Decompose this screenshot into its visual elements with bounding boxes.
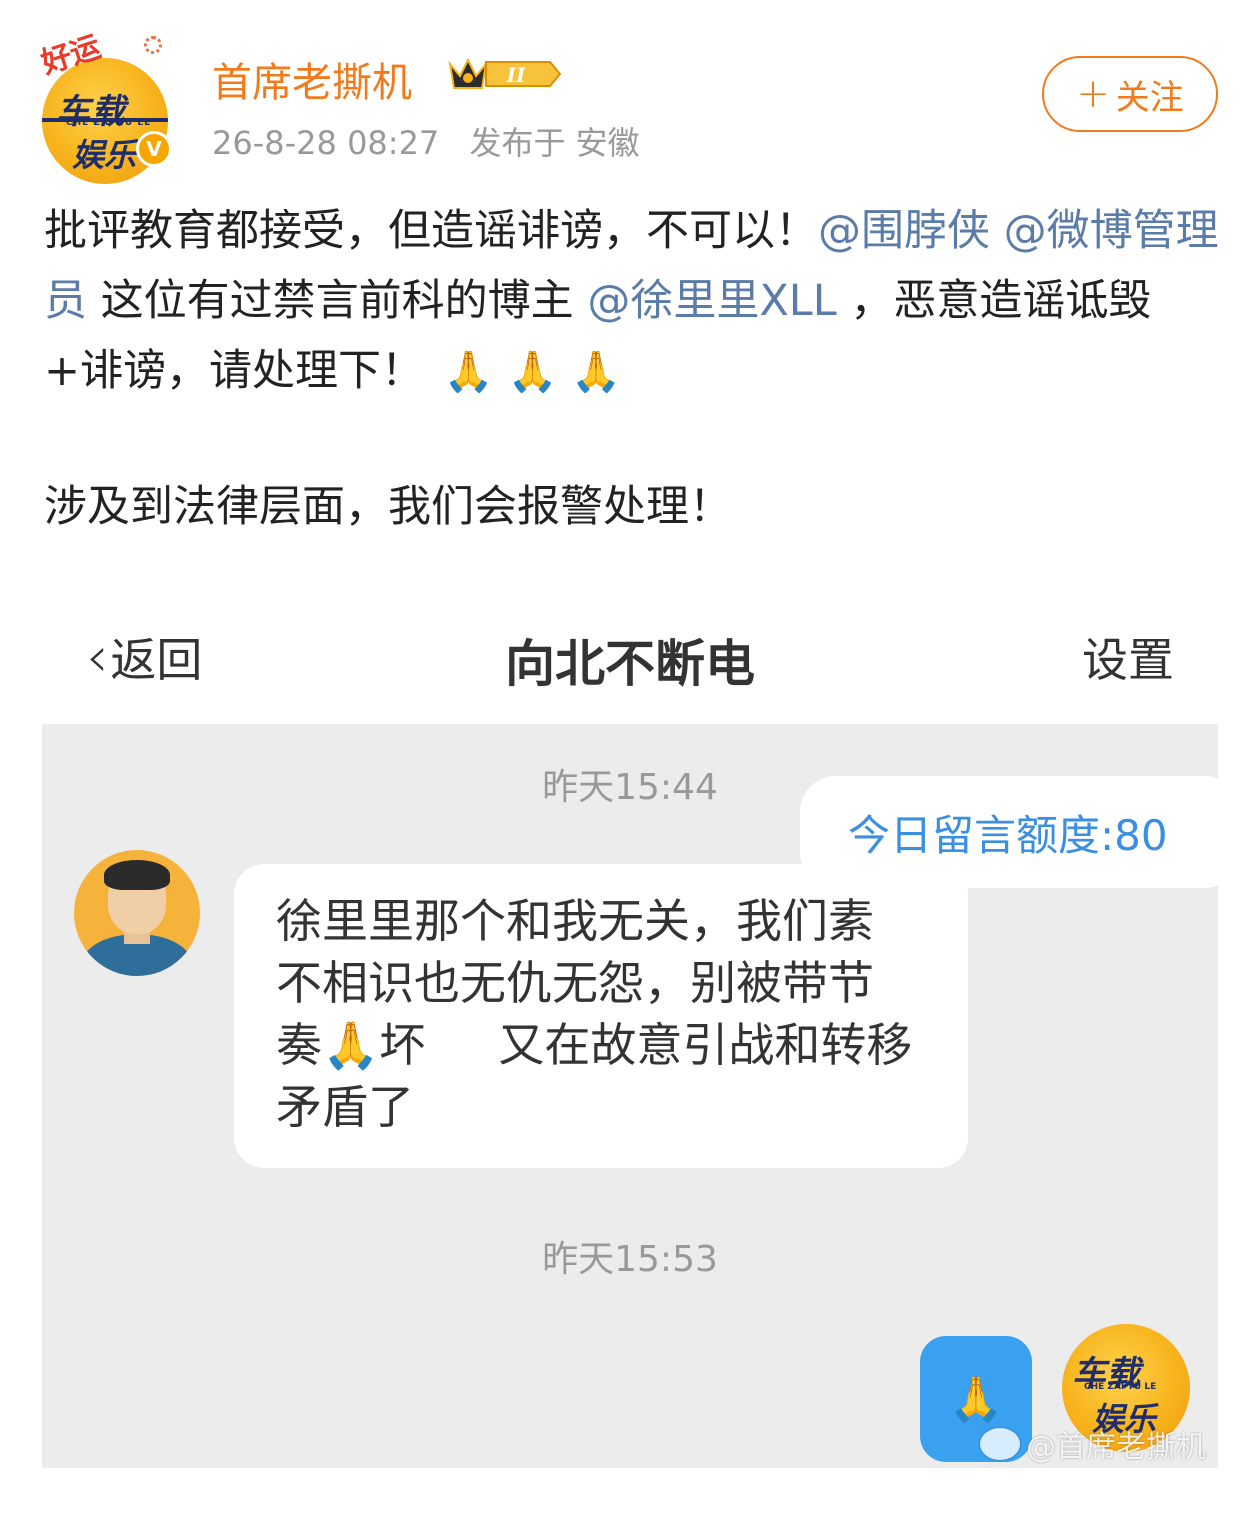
message-line: 矛盾了 [276,1080,414,1134]
chat-area: 昨天15:44 今日留言额度:80 徐里里那个和我无关，我们素 不相识也无仇无怨… [42,724,1218,1468]
pray-emoji-icon: 🙏 [948,1374,1004,1425]
emoji-group: 🙏 🙏 🙏 [444,336,635,407]
logo-line2: CHE ZAI YU LE [66,118,152,128]
peer-message-bubble: 徐里里那个和我无关，我们素 不相识也无仇无怨，别被带节 奏🙏坏 又在故意引战和转… [234,864,968,1168]
weibo-watermark: @首席老撕机 [980,1422,1206,1466]
follow-button[interactable]: + 关注 [1042,56,1218,132]
avatar-hair [104,860,170,890]
chat-timestamp: 昨天15:53 [542,1239,718,1280]
post-meta: 26-8-28 08:27 发布于 安徽 [212,118,660,164]
member-crown-icon[interactable]: II [446,54,564,94]
watermark-text: @首席老撕机 [1026,1430,1206,1465]
post-text: 批评教育都接受，但造谣诽谤，不可以！@围脖侠 @微博管理员 这位有过禁言前科的博… [44,196,1220,407]
logo-line3: 娱乐 [72,136,137,174]
settings-button[interactable]: 设置 [1082,624,1174,690]
logo-line2: CHE ZAI YU LE [1084,1382,1157,1392]
post-location: 发布于 安徽 [469,124,640,162]
follow-label: 关注 [1115,77,1184,118]
message-line: 奏🙏坏 又在故意引战和转移 [276,1018,913,1072]
pray-emoji-icon: 🙏 [571,349,622,395]
chat-title: 向北不断电 [505,635,755,693]
verified-badge-icon: V [136,131,172,167]
level-badge-text: II [506,63,526,87]
firework-icon [144,36,162,54]
pray-emoji-icon: 🙏 [443,349,494,395]
post-paragraph-2: 涉及到法律层面，我们会报警处理！ [44,482,732,532]
plus-icon: + [1076,71,1110,117]
author-avatar[interactable]: 车载 CHE ZAI YU LE 娱乐 好运 V [37,29,172,184]
post-text-seg2: 这位有过禁言前科的博主 [100,276,574,326]
mention-link[interactable]: @围脖侠 [818,206,990,256]
mention-link[interactable]: @徐里里XLL [587,276,836,326]
pray-emoji-icon: 🙏 [507,349,558,395]
post-text-seg1: 批评教育都接受，但造谣诽谤，不可以！ [44,206,818,256]
screenshot-nav-bar: ‹ 返回 向北不断电 设置 [42,610,1218,720]
message-line: 不相识也无仇无怨，别被带节 [276,956,874,1010]
message-line: 徐里里那个和我无关，我们素 [276,894,874,948]
peer-avatar[interactable] [74,850,200,976]
author-name[interactable]: 首席老撕机 [212,50,412,108]
weibo-logo-icon [980,1428,1020,1460]
post-timestamp: 26-8-28 08:27 [212,124,440,162]
